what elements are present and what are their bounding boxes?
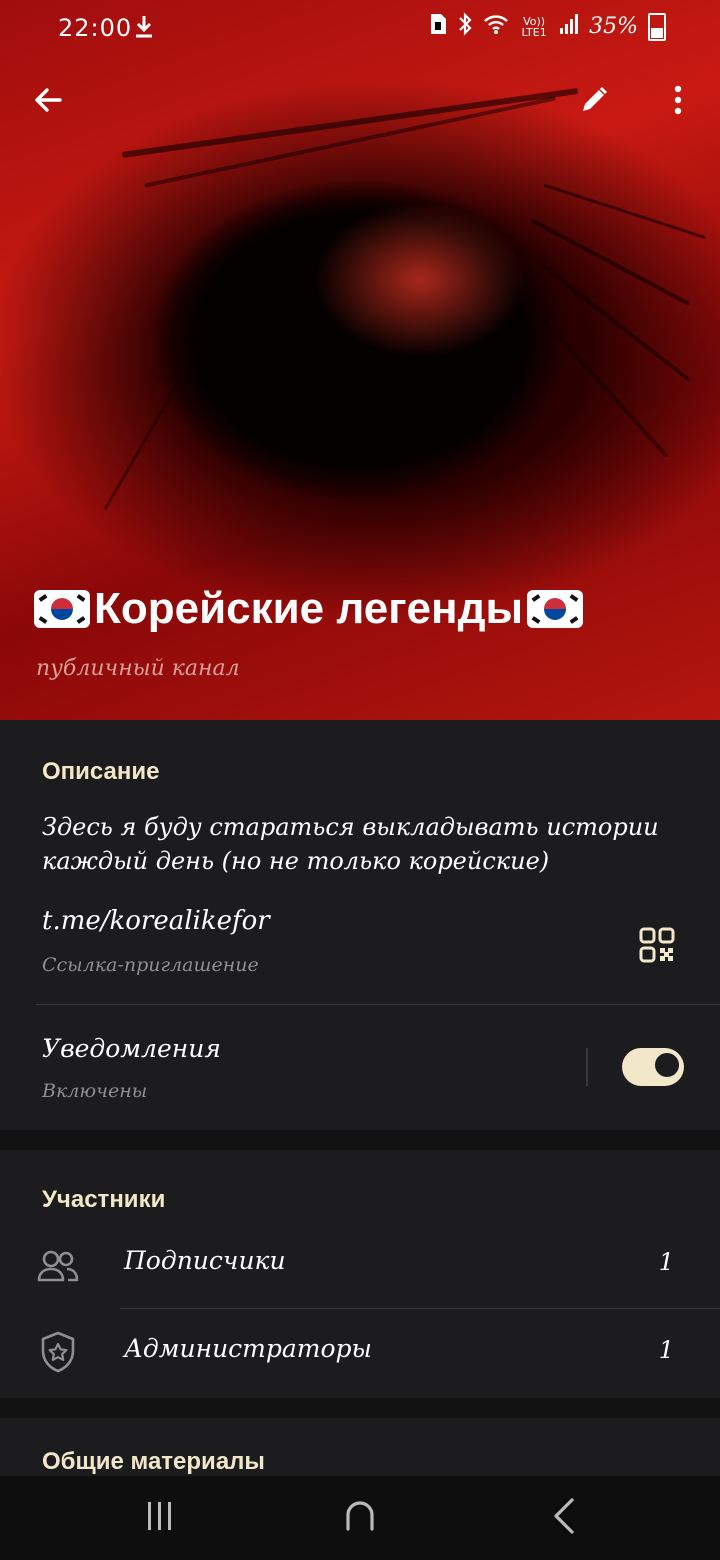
administrators-count: 1	[658, 1336, 674, 1364]
toggle-knob	[653, 1051, 681, 1079]
pencil-icon	[579, 85, 609, 119]
section-title-description: Описание	[42, 758, 160, 785]
recents-icon	[145, 1500, 175, 1536]
battery-percent: 35%	[589, 14, 638, 39]
members-section: Участники Подписчики 1 Администраторы 1	[0, 1150, 720, 1398]
signal-icon	[559, 13, 579, 40]
section-title-members: Участники	[42, 1186, 166, 1213]
channel-type: публичный канал	[36, 656, 240, 681]
invite-link[interactable]: t.me/korealikefor	[42, 906, 270, 936]
channel-title-text: Корейские легенды	[94, 584, 524, 633]
info-section: Описание Здесь я буду стараться выкладыв…	[0, 720, 720, 1130]
notifications-status: Включены	[42, 1080, 148, 1102]
home-button[interactable]	[330, 1490, 390, 1546]
home-icon	[344, 1501, 376, 1535]
notifications-toggle[interactable]	[622, 1048, 684, 1086]
invite-link-caption: Ссылка-приглашение	[42, 954, 259, 976]
south-korea-flag-icon	[527, 590, 584, 628]
back-button[interactable]	[20, 74, 76, 130]
status-time: 22:00	[58, 14, 133, 42]
arrow-back-icon	[32, 84, 64, 120]
nav-back-icon	[552, 1498, 576, 1538]
shield-star-icon	[36, 1330, 80, 1374]
sim-icon	[429, 13, 447, 40]
subscribers-count: 1	[658, 1248, 674, 1276]
channel-description[interactable]: Здесь я буду стараться выкладывать истор…	[42, 810, 662, 878]
section-title-shared-media: Общие материалы	[42, 1448, 265, 1475]
download-icon	[134, 14, 154, 44]
status-bar: 22:00 Vo)) LTE1 35%	[0, 0, 720, 56]
recents-button[interactable]	[130, 1490, 190, 1546]
divider	[36, 1004, 720, 1005]
channel-title: Корейские легенды	[34, 584, 584, 634]
system-navigation-bar	[0, 1476, 720, 1560]
divider	[120, 1308, 720, 1309]
section-gap	[0, 1130, 720, 1150]
bluetooth-icon	[457, 12, 473, 41]
vertical-divider	[586, 1048, 588, 1086]
nav-back-button[interactable]	[534, 1490, 594, 1546]
shared-media-section: Общие материалы	[0, 1418, 720, 1476]
more-options-button[interactable]	[650, 74, 706, 130]
wifi-icon	[483, 13, 509, 40]
south-korea-flag-icon	[34, 590, 90, 628]
notifications-label: Уведомления	[42, 1034, 221, 1063]
administrators-label: Администраторы	[124, 1334, 372, 1363]
more-vertical-icon	[673, 84, 683, 120]
edit-button[interactable]	[566, 74, 622, 130]
battery-icon	[648, 12, 666, 41]
people-icon	[36, 1244, 80, 1288]
section-gap	[0, 1398, 720, 1418]
volte-icon: Vo)) LTE1	[521, 14, 547, 39]
subscribers-label: Подписчики	[124, 1246, 286, 1275]
qr-code-icon[interactable]	[632, 920, 682, 970]
